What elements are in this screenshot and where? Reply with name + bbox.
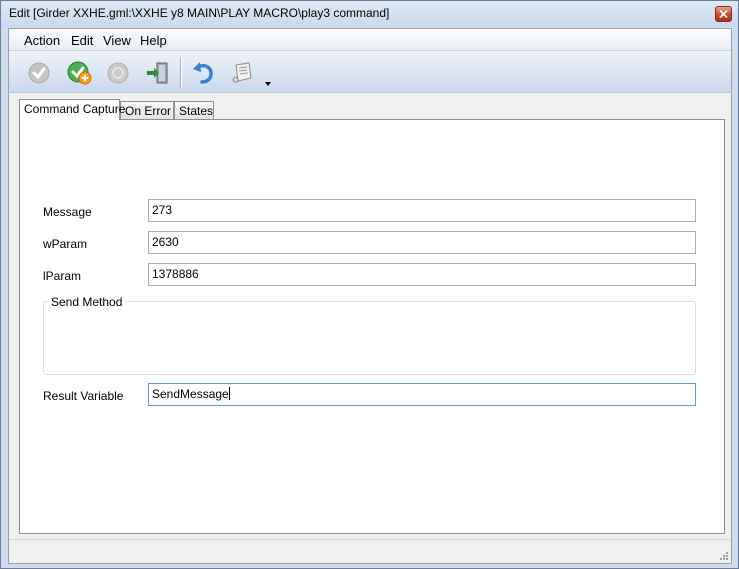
ok-button[interactable]	[25, 59, 53, 87]
send-method-group	[43, 301, 696, 375]
menu-help[interactable]: Help	[140, 33, 167, 48]
client-area: Action Edit View Help Command Capture On…	[8, 28, 732, 564]
wparam-label: wParam	[43, 237, 88, 251]
menu-action[interactable]: Action	[24, 33, 60, 48]
text-caret	[228, 387, 230, 400]
send-method-label: Send Method	[49, 295, 125, 309]
tab-states[interactable]: States	[174, 101, 214, 119]
apply-button[interactable]	[65, 59, 93, 87]
resize-grip-icon[interactable]	[718, 550, 728, 560]
tab-on-error[interactable]: On Error	[120, 101, 174, 119]
undo-button[interactable]	[189, 59, 217, 87]
tab-command-capture[interactable]: Command Capture	[19, 99, 125, 120]
toolbar-separator	[180, 57, 182, 89]
exit-door-icon	[147, 62, 168, 84]
toolbar	[9, 52, 731, 93]
close-exit-button[interactable]	[144, 59, 172, 87]
apply-test-icon	[67, 61, 92, 85]
undo-icon	[193, 62, 213, 84]
result-variable-label: Result Variable	[43, 389, 124, 403]
script-button[interactable]	[229, 59, 257, 87]
script-scroll-icon	[232, 62, 252, 83]
result-variable-field[interactable]: SendMessage	[148, 383, 696, 406]
title-bar[interactable]: Edit [Girder XXHE.gml:\XXHE y8 MAIN\PLAY…	[1, 1, 738, 27]
message-field[interactable]: 273	[148, 199, 696, 222]
cancel-icon	[107, 62, 129, 84]
editor-window: Edit [Girder XXHE.gml:\XXHE y8 MAIN\PLAY…	[0, 0, 739, 569]
wparam-field[interactable]: 2630	[148, 231, 696, 254]
window-title: Edit [Girder XXHE.gml:\XXHE y8 MAIN\PLAY…	[9, 6, 390, 20]
lparam-label: lParam	[43, 269, 82, 283]
close-icon	[719, 10, 728, 18]
menu-edit[interactable]: Edit	[71, 33, 93, 48]
tab-strip: Command Capture On Error States	[19, 99, 719, 120]
cancel-button[interactable]	[104, 59, 132, 87]
chevron-down-icon[interactable]	[265, 82, 271, 86]
menu-view[interactable]: View	[103, 33, 131, 48]
menu-bar: Action Edit View Help	[9, 29, 731, 51]
checkmark-icon	[28, 62, 50, 84]
result-variable-value: SendMessage	[152, 387, 229, 401]
command-capture-panel: Message 273 wParam 2630 lParam 1378886 S…	[19, 119, 725, 534]
lparam-field[interactable]: 1378886	[148, 263, 696, 286]
close-button[interactable]	[715, 6, 732, 22]
message-label: Message	[43, 205, 92, 219]
status-bar	[9, 539, 731, 563]
